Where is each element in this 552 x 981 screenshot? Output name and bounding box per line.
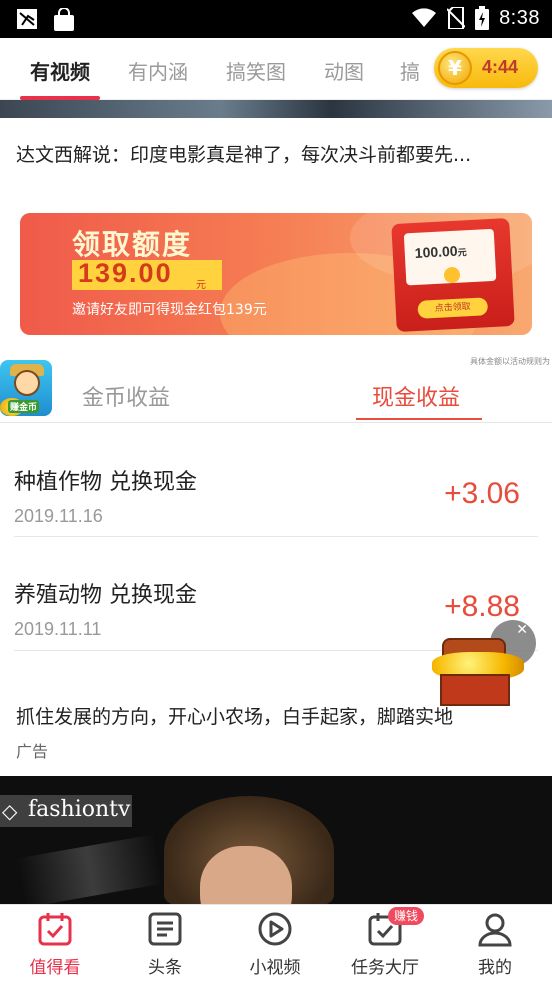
- nav-label: 任务大厅: [351, 958, 419, 978]
- tab-more[interactable]: 搞: [400, 56, 420, 85]
- calendar-check-icon: [38, 913, 72, 946]
- nav-label: 我的: [478, 958, 512, 978]
- earning-row-title: 种植作物 兑换现金: [14, 470, 197, 495]
- nav-label: 值得看: [29, 958, 81, 978]
- nav-me[interactable]: 我的: [440, 905, 550, 981]
- earning-row-amount: +3.06: [444, 477, 520, 510]
- diamond-icon: ◇: [2, 799, 18, 823]
- status-time: 8:38: [499, 6, 540, 29]
- ad-label: 广告: [16, 742, 49, 761]
- nav-label: 头条: [148, 958, 182, 978]
- banner-amount: 139.00: [78, 258, 173, 288]
- banner-title: 领取额度: [72, 228, 193, 261]
- play-circle-icon: [258, 912, 292, 946]
- earning-row-amount: +8.88: [444, 590, 520, 623]
- user-icon: [478, 913, 512, 947]
- earn-money-badge: 赚钱: [388, 907, 425, 925]
- banner-disclaimer: 具体金额以活动规则为: [470, 357, 550, 366]
- wifi-icon: [412, 8, 437, 27]
- nav-short-videos[interactable]: 小视频: [220, 905, 330, 981]
- document-lines-icon: [148, 912, 182, 946]
- no-sim-icon: [447, 7, 466, 29]
- earning-row-date: 2019.11.11: [14, 619, 102, 639]
- game-app-icon[interactable]: 赚金币: [0, 360, 52, 416]
- bottom-navigation: 值得看 头条 小视频 赚钱 任务大厅 我的: [0, 904, 552, 981]
- close-icon: ✕: [516, 622, 528, 638]
- tab-coin-earnings[interactable]: 金币收益: [82, 380, 170, 412]
- nav-task-hall[interactable]: 赚钱 任务大厅: [330, 905, 440, 981]
- notification-app-icon: [17, 9, 37, 29]
- shopping-bag-icon: [54, 8, 74, 31]
- earning-row-title: 养殖动物 兑换现金: [14, 583, 197, 608]
- video-headline[interactable]: 达文西解说：印度电影真是神了，每次决斗前都要先...: [16, 140, 471, 167]
- tab-funny-pics[interactable]: 搞笑图: [226, 56, 286, 85]
- video-thumbnail-top[interactable]: [0, 100, 552, 118]
- earning-row-date: 2019.11.16: [14, 506, 103, 526]
- nav-worth-watching[interactable]: 值得看: [0, 905, 110, 981]
- tab-cash-earnings[interactable]: 现金收益: [372, 380, 460, 412]
- nav-label: 小视频: [249, 958, 301, 978]
- tab-gifs[interactable]: 动图: [324, 56, 364, 85]
- yuan-coin-icon: ¥: [438, 51, 472, 85]
- status-bar: 8:38: [0, 0, 552, 38]
- app-screen: 8:38 有视频 有内涵 搞笑图 动图 搞 ¥ 4:44 达文西解说：印度电影真…: [0, 0, 552, 981]
- banner-unit: 元: [196, 280, 206, 291]
- red-envelope-icon: 100.00元 点击领取: [391, 217, 515, 333]
- earnings-tab-indicator: [356, 418, 482, 420]
- battery-charging-icon: [475, 6, 490, 30]
- ad-headline[interactable]: 抓住发展的方向，开心小农场，白手起家，脚踏实地: [16, 702, 453, 729]
- game-badge-label: 赚金币: [8, 400, 40, 413]
- coin-timer-text: 4:44: [482, 57, 519, 77]
- fashiontv-logo: ◇ fashiontv: [0, 795, 132, 827]
- tab-connotation[interactable]: 有内涵: [128, 56, 188, 85]
- envelope-claim-button[interactable]: 点击领取: [417, 297, 489, 319]
- invite-banner[interactable]: 领取额度 139.00 元 邀请好友即可得现金红包139元 100.00元 点击…: [20, 213, 532, 335]
- coin-timer-button[interactable]: ¥ 4:44: [434, 48, 538, 88]
- envelope-amount: 100.00元: [414, 242, 467, 261]
- tab-videos[interactable]: 有视频: [30, 56, 90, 85]
- nav-headlines[interactable]: 头条: [110, 905, 220, 981]
- video-thumbnail-bottom[interactable]: ◇ fashiontv: [0, 776, 552, 904]
- treasure-chest-icon[interactable]: [430, 638, 526, 706]
- banner-subtitle: 邀请好友即可得现金红包139元: [72, 302, 267, 318]
